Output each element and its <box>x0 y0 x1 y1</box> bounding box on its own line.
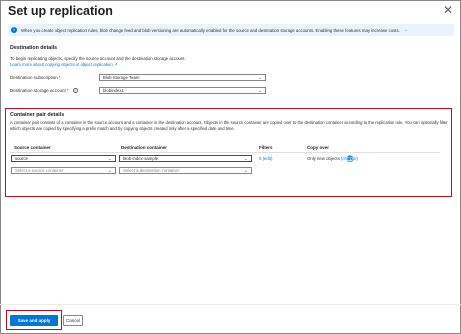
chevron-down-icon: ⌄ <box>107 156 112 162</box>
subscription-value: Blob Storage Team <box>103 75 140 80</box>
subscription-label-text: Destination subscription <box>10 75 58 80</box>
column-header-source: Source container <box>14 145 51 150</box>
info-icon[interactable]: i <box>72 88 78 93</box>
panel-title: Set up replication <box>8 4 113 18</box>
required-mark: * <box>58 75 61 80</box>
close-icon[interactable]: ✕ <box>443 4 453 16</box>
info-banner: i When you create object replication rul… <box>8 24 454 36</box>
banner-text: When you create object replication rules… <box>21 27 400 33</box>
trash-icon[interactable] <box>347 155 353 162</box>
footer-divider <box>0 304 461 305</box>
column-header-filters: Filters <box>259 145 273 150</box>
chevron-down-icon: ⌄ <box>257 88 262 94</box>
account-label-text: Destination storage account <box>10 88 66 93</box>
required-mark: * <box>66 88 69 93</box>
filters-edit-link[interactable]: 0 (edit) <box>259 156 272 161</box>
subscription-dropdown[interactable]: Blob Storage Team ⌄ <box>99 74 266 81</box>
copy-over-value: Only new objects <box>307 156 340 161</box>
chevron-down-icon: ⌄ <box>107 168 112 174</box>
save-and-apply-button[interactable]: Save and apply <box>10 315 58 326</box>
source-container-value: source <box>15 156 28 161</box>
chevron-down-icon: ⌄ <box>243 168 248 174</box>
account-label: Destination storage account * i <box>10 88 78 93</box>
table-divider <box>10 152 440 153</box>
destination-description: To begin replicating objects, specify th… <box>10 56 186 61</box>
chevron-down-icon: ⌄ <box>257 75 262 81</box>
chevron-down-icon: ⌄ <box>243 156 248 162</box>
source-container-placeholder: Select a source container <box>15 168 64 173</box>
account-value: blobindex1 <box>103 88 124 93</box>
container-pair-heading: Container pair details <box>10 112 65 118</box>
account-dropdown[interactable]: blobindex1 ⌄ <box>99 87 266 94</box>
destination-container-value: blob-index-sample <box>123 156 159 161</box>
learn-more-link[interactable]: Learn more about copying objects in obje… <box>10 62 118 68</box>
arrow-right-icon[interactable]: → <box>403 27 408 33</box>
source-container-dropdown-empty[interactable]: Select a source container ⌄ <box>11 167 116 174</box>
container-pair-description: A container pair consists of a container… <box>10 120 448 131</box>
column-header-copy-over: Copy over <box>307 145 330 150</box>
source-container-dropdown[interactable]: source ⌄ <box>11 155 116 162</box>
subscription-label: Destination subscription * <box>10 75 61 80</box>
destination-container-dropdown[interactable]: blob-index-sample ⌄ <box>119 155 252 162</box>
column-header-destination: Destination container <box>121 145 168 150</box>
cancel-button[interactable]: Cancel <box>63 315 83 326</box>
destination-container-placeholder: Select a destination container <box>123 168 180 173</box>
destination-container-dropdown-empty[interactable]: Select a destination container ⌄ <box>119 167 252 174</box>
destination-heading: Destination details <box>10 45 58 51</box>
info-icon: i <box>11 27 17 33</box>
